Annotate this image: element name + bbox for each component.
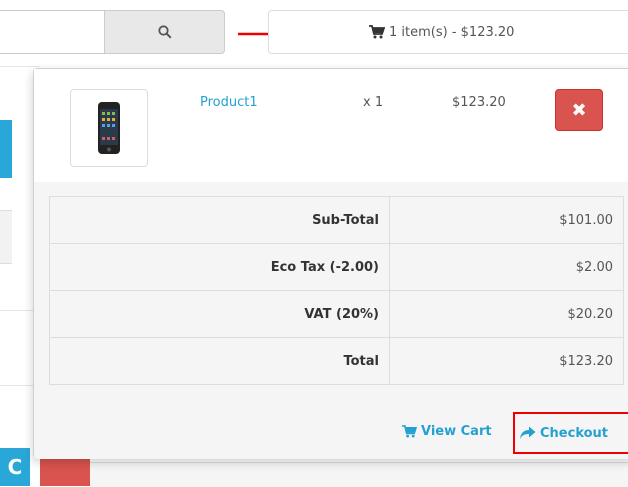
totals-section: Sub-Total $101.00 Eco Tax (-2.00) $2.00 … [34, 182, 628, 459]
background-button: C [0, 448, 30, 486]
phone-icon [98, 102, 120, 154]
cart-dropdown: Product1 x 1 $123.20 ✖ Sub-Total $101.00… [33, 68, 628, 459]
vat-value: $20.20 [389, 290, 624, 338]
cart-actions: View Cart Checkout [34, 408, 628, 454]
background-panel [0, 210, 12, 264]
cart-icon [402, 425, 417, 438]
product-name-link[interactable]: Product1 [200, 95, 258, 110]
totals-row: VAT (20%) $20.20 [49, 290, 624, 338]
cart-button[interactable]: 1 item(s) - $123.20 [268, 10, 628, 54]
remove-item-button[interactable]: ✖ [555, 89, 603, 131]
eco-tax-value: $2.00 [389, 243, 624, 291]
search-icon [157, 25, 172, 39]
share-arrow-icon [520, 426, 536, 439]
total-value: $123.20 [389, 337, 624, 385]
product-thumbnail[interactable] [70, 89, 148, 167]
totals-table: Sub-Total $101.00 Eco Tax (-2.00) $2.00 … [49, 196, 624, 385]
total-label: Total [49, 337, 390, 385]
subtotal-value: $101.00 [389, 196, 624, 244]
page-divider [0, 66, 40, 67]
totals-row: Eco Tax (-2.00) $2.00 [49, 243, 624, 291]
background-menu-bar [0, 120, 12, 178]
vat-label: VAT (20%) [49, 290, 390, 338]
close-icon: ✖ [571, 99, 587, 121]
eco-tax-label: Eco Tax (-2.00) [49, 243, 390, 291]
background-footer [90, 462, 628, 487]
background-red-block [40, 458, 90, 486]
cart-icon [369, 25, 385, 39]
product-quantity: x 1 [363, 95, 384, 110]
cart-item-row: Product1 x 1 $123.20 ✖ [34, 69, 628, 182]
checkout-link[interactable]: Checkout [513, 412, 628, 454]
view-cart-label: View Cart [421, 424, 492, 439]
checkout-label: Checkout [540, 425, 609, 441]
view-cart-link[interactable]: View Cart [402, 424, 492, 439]
product-price: $123.20 [452, 95, 506, 110]
subtotal-label: Sub-Total [49, 196, 390, 244]
search-button[interactable] [104, 10, 225, 54]
totals-row: Sub-Total $101.00 [49, 196, 624, 244]
cart-summary: 1 item(s) - $123.20 [389, 24, 515, 40]
totals-row: Total $123.20 [49, 337, 624, 385]
search-input[interactable] [0, 10, 105, 54]
